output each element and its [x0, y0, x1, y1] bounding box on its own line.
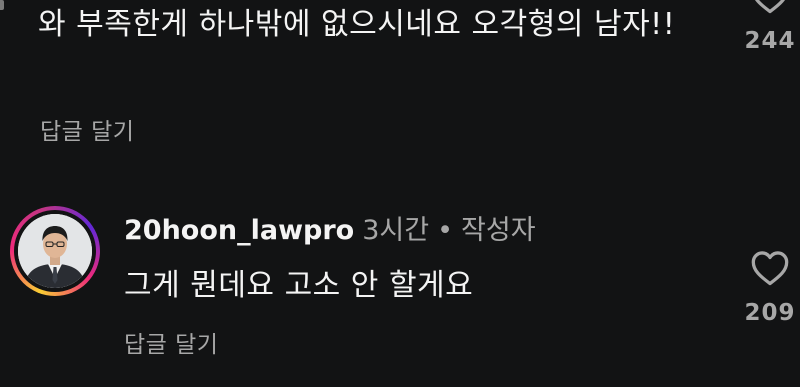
reply-button[interactable]: 답글 달기 [124, 325, 218, 359]
heart-icon[interactable] [750, 250, 790, 286]
person-photo-icon [18, 214, 92, 288]
separator-dot: • [437, 215, 454, 246]
comment: 20hoon_lawpro 3시간 • 작성자 그게 뭔데요 고소 안 할게요 답글 … [0, 170, 800, 387]
heart-icon[interactable] [750, 0, 790, 14]
avatar[interactable] [10, 206, 100, 296]
like-count: 209 [744, 300, 796, 326]
like-control: 209 [735, 250, 800, 326]
reply-button[interactable]: 답글 달기 [40, 112, 134, 146]
timestamp: 3시간 [362, 215, 430, 246]
comment-header: 20hoon_lawpro 3시간 • 작성자 [124, 208, 536, 247]
author-badge: 작성자 [461, 215, 536, 246]
comment-text: 그게 뭔데요 고소 안 할게요 [124, 268, 474, 303]
like-control: 244 [735, 0, 800, 54]
thread-marker [0, 0, 4, 10]
comment: 와 부족한게 하나밖에 없으시네요 오각형의 남자!! 답글 달기 244 [0, 0, 800, 170]
avatar-image [18, 214, 92, 288]
comment-text: 와 부족한게 하나밖에 없으시네요 오각형의 남자!! [38, 7, 676, 42]
like-count: 244 [744, 28, 796, 54]
username[interactable]: 20hoon_lawpro [124, 215, 354, 246]
